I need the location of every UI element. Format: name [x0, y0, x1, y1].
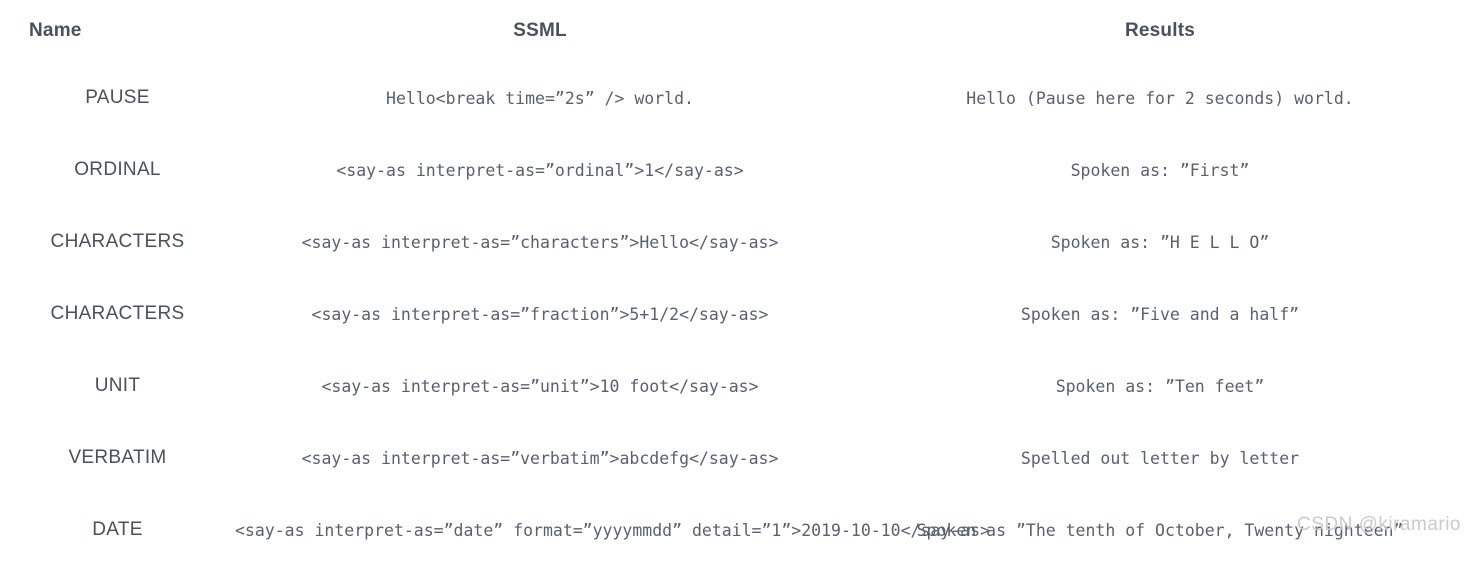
- cell-name: PAUSE: [0, 62, 235, 134]
- cell-ssml: <say-as interpret-as=”ordinal”>1</say-as…: [235, 134, 845, 206]
- cell-ssml: <say-as interpret-as=”unit”>10 foot</say…: [235, 350, 845, 422]
- cell-ssml: Hello<break time=”2s” /> world.: [235, 62, 845, 134]
- cell-ssml: <say-as interpret-as=”date” format=”yyyy…: [235, 494, 990, 566]
- table-header-row: Name SSML Results: [0, 0, 1475, 62]
- table-header: Name SSML Results: [0, 0, 1475, 62]
- cell-name: DATE: [0, 494, 235, 566]
- column-header-results: Results: [845, 0, 1475, 62]
- cell-results: Hello (Pause here for 2 seconds) world.: [845, 62, 1475, 134]
- table-row: CHARACTERS <say-as interpret-as=”charact…: [0, 206, 1475, 278]
- cell-results: Spoken as: ”Ten feet”: [845, 350, 1475, 422]
- cell-ssml: <say-as interpret-as=”verbatim”>abcdefg<…: [235, 422, 845, 494]
- ssml-reference-table: Name SSML Results PAUSE Hello<break time…: [0, 0, 1475, 566]
- cell-results: Spoken as ”The tenth of October, Twenty …: [845, 494, 1475, 566]
- cell-name: ORDINAL: [0, 134, 235, 206]
- table-row: UNIT <say-as interpret-as=”unit”>10 foot…: [0, 350, 1475, 422]
- column-header-ssml: SSML: [235, 0, 845, 62]
- column-header-name: Name: [0, 0, 235, 62]
- cell-ssml: <say-as interpret-as=”fraction”>5+1/2</s…: [235, 278, 845, 350]
- cell-name: VERBATIM: [0, 422, 235, 494]
- cell-results: Spoken as: ”First”: [845, 134, 1475, 206]
- cell-results: Spelled out letter by letter: [845, 422, 1475, 494]
- cell-name: CHARACTERS: [0, 278, 235, 350]
- ssml-reference-table-page: Name SSML Results PAUSE Hello<break time…: [0, 0, 1475, 566]
- table-row: ORDINAL <say-as interpret-as=”ordinal”>1…: [0, 134, 1475, 206]
- table-row: PAUSE Hello<break time=”2s” /> world. He…: [0, 62, 1475, 134]
- table-row: VERBATIM <say-as interpret-as=”verbatim”…: [0, 422, 1475, 494]
- cell-ssml: <say-as interpret-as=”characters”>Hello<…: [235, 206, 845, 278]
- cell-name: UNIT: [0, 350, 235, 422]
- table-row: DATE <say-as interpret-as=”date” format=…: [0, 494, 1475, 566]
- table-row: CHARACTERS <say-as interpret-as=”fractio…: [0, 278, 1475, 350]
- cell-results: Spoken as: ”Five and a half”: [845, 278, 1475, 350]
- cell-results: Spoken as: ”H E L L O”: [845, 206, 1475, 278]
- table-body: PAUSE Hello<break time=”2s” /> world. He…: [0, 62, 1475, 566]
- cell-name: CHARACTERS: [0, 206, 235, 278]
